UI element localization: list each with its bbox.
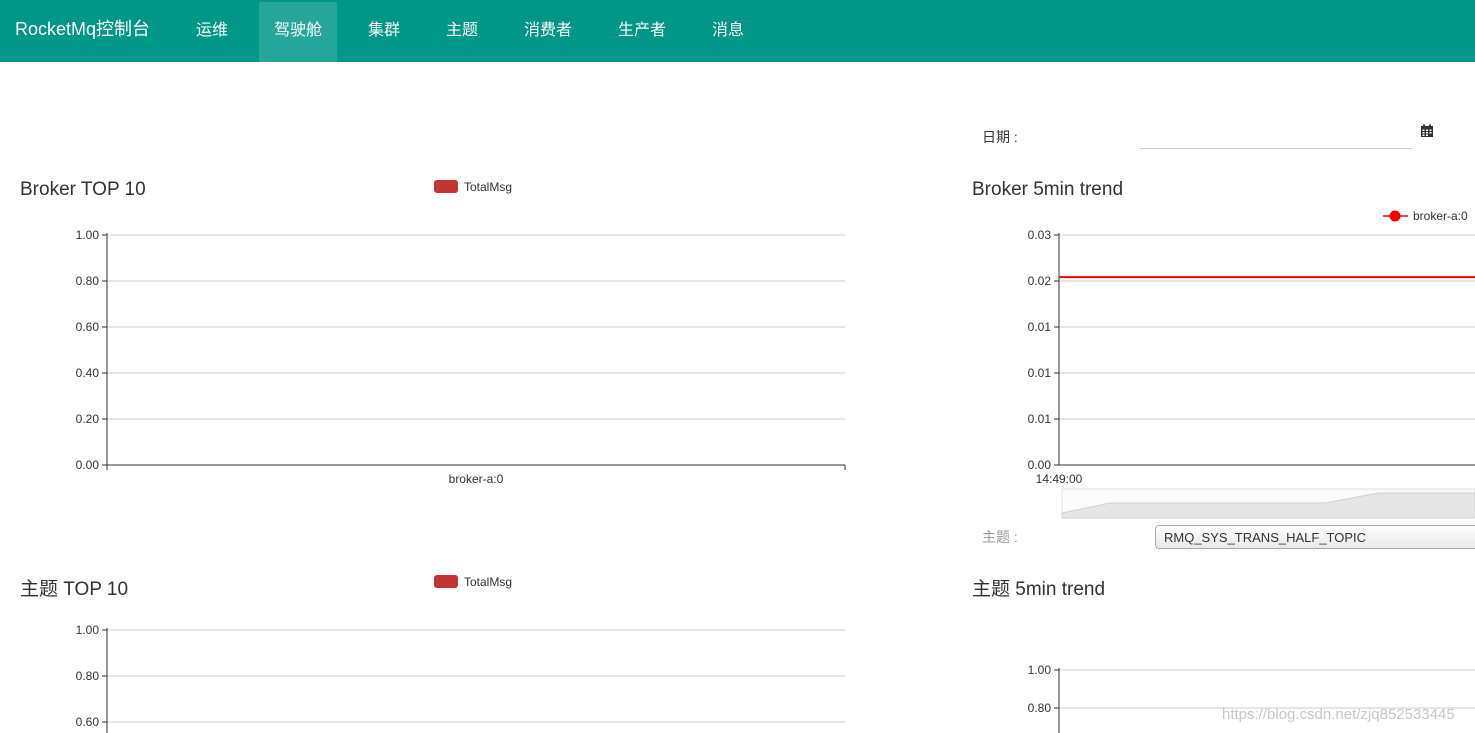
y-tick-label: 0.01 xyxy=(1028,320,1052,334)
y-tick-label: 0.03 xyxy=(1028,228,1052,242)
y-tick-label: 0.80 xyxy=(76,274,100,288)
y-tick-label: 0.60 xyxy=(76,715,100,729)
charts-canvas: 0.00 0.20 0.40 0.60 0.80 1.00 broker-a:0 0.00 0.… xyxy=(76,209,1475,733)
legend-label-broker-a0: broker-a:0 xyxy=(1413,209,1468,223)
x-tick-label: 14:49:00 xyxy=(1036,472,1083,486)
y-tick-label: 0.60 xyxy=(76,320,100,334)
y-tick-label: 0.00 xyxy=(76,458,100,472)
y-tick-label: 1.00 xyxy=(76,623,100,637)
y-tick-label: 0.40 xyxy=(76,366,100,380)
y-tick-label: 0.01 xyxy=(1028,412,1052,426)
y-tick-label: 1.00 xyxy=(76,228,100,242)
y-tick-label: 0.80 xyxy=(1028,701,1052,715)
x-tick-label: broker-a:0 xyxy=(449,472,504,486)
y-tick-label: 0.20 xyxy=(76,412,100,426)
y-tick-label: 0.00 xyxy=(1028,458,1052,472)
y-tick-label: 0.02 xyxy=(1028,274,1052,288)
y-tick-label: 0.80 xyxy=(76,669,100,683)
legend-marker xyxy=(1389,210,1401,222)
y-tick-label: 0.01 xyxy=(1028,366,1052,380)
watermark-text: https://blog.csdn.net/zjq852533445 xyxy=(1222,706,1455,723)
y-tick-label: 1.00 xyxy=(1028,663,1052,677)
